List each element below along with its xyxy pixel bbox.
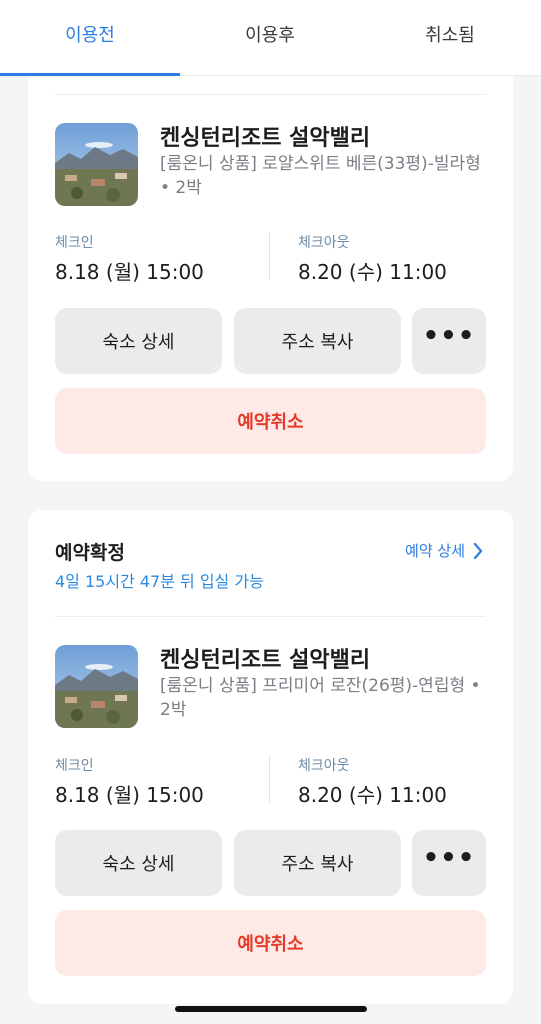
divider — [55, 94, 486, 95]
tab-bar: 이용전 이용후 취소됨 — [0, 0, 541, 76]
checkout-label: 체크아웃 — [298, 758, 350, 774]
more-options-button[interactable]: ••• — [412, 308, 486, 374]
more-options-button[interactable]: ••• — [412, 830, 486, 896]
booking-status: 예약확정 — [55, 542, 125, 564]
cancel-reservation-button[interactable]: 예약취소 — [55, 388, 486, 454]
reservation-detail-label: 예약 상세 — [405, 542, 465, 560]
hotel-name: 켄싱턴리조트 설악밸리 — [160, 648, 371, 673]
hotel-thumbnail[interactable] — [55, 123, 138, 206]
vertical-divider — [269, 755, 270, 803]
cancel-reservation-button[interactable]: 예약취소 — [55, 910, 486, 976]
copy-address-button[interactable]: 주소 복사 — [234, 830, 401, 896]
checkout-value: 8.20 (수) 11:00 — [298, 783, 447, 807]
hotel-detail-button[interactable]: 숙소 상세 — [55, 830, 222, 896]
room-description: [룸온니 상품] 프리미어 로잔(26평)-연립형 • 2박 — [160, 676, 481, 720]
checkin-value: 8.18 (월) 15:00 — [55, 783, 204, 807]
home-indicator — [175, 1006, 367, 1012]
checkout-value: 8.20 (수) 11:00 — [298, 260, 447, 284]
active-tab-indicator — [0, 73, 180, 76]
copy-address-button[interactable]: 주소 복사 — [234, 308, 401, 374]
checkin-eta: 4일 15시간 47분 뒤 입실 가능 — [55, 572, 264, 591]
tab-past[interactable]: 이용후 — [180, 0, 360, 76]
tab-upcoming[interactable]: 이용전 — [0, 0, 180, 76]
vertical-divider — [269, 232, 270, 280]
hotel-thumbnail[interactable] — [55, 645, 138, 728]
chevron-right-icon — [473, 542, 483, 559]
booking-card: 예약확정 4일 15시간 47분 뒤 입실 가능 예약 상세 켄싱턴리조트 설악… — [28, 510, 513, 1004]
room-description: [룸온니 상품] 로얄스위트 베른(33평)-빌라형 • 2박 — [160, 154, 481, 198]
booking-card: 켄싱턴리조트 설악밸리 [룸온니 상품] 로얄스위트 베른(33평)-빌라형 •… — [28, 48, 513, 481]
tab-cancelled[interactable]: 취소됨 — [360, 0, 540, 76]
checkin-label: 체크인 — [55, 758, 94, 774]
divider — [55, 616, 486, 617]
more-icon: ••• — [422, 321, 476, 351]
hotel-detail-button[interactable]: 숙소 상세 — [55, 308, 222, 374]
checkin-label: 체크인 — [55, 235, 94, 251]
hotel-name: 켄싱턴리조트 설악밸리 — [160, 126, 371, 151]
checkout-label: 체크아웃 — [298, 235, 350, 251]
checkin-value: 8.18 (월) 15:00 — [55, 260, 204, 284]
reservation-detail-link[interactable]: 예약 상세 — [405, 540, 483, 561]
more-icon: ••• — [422, 843, 476, 873]
